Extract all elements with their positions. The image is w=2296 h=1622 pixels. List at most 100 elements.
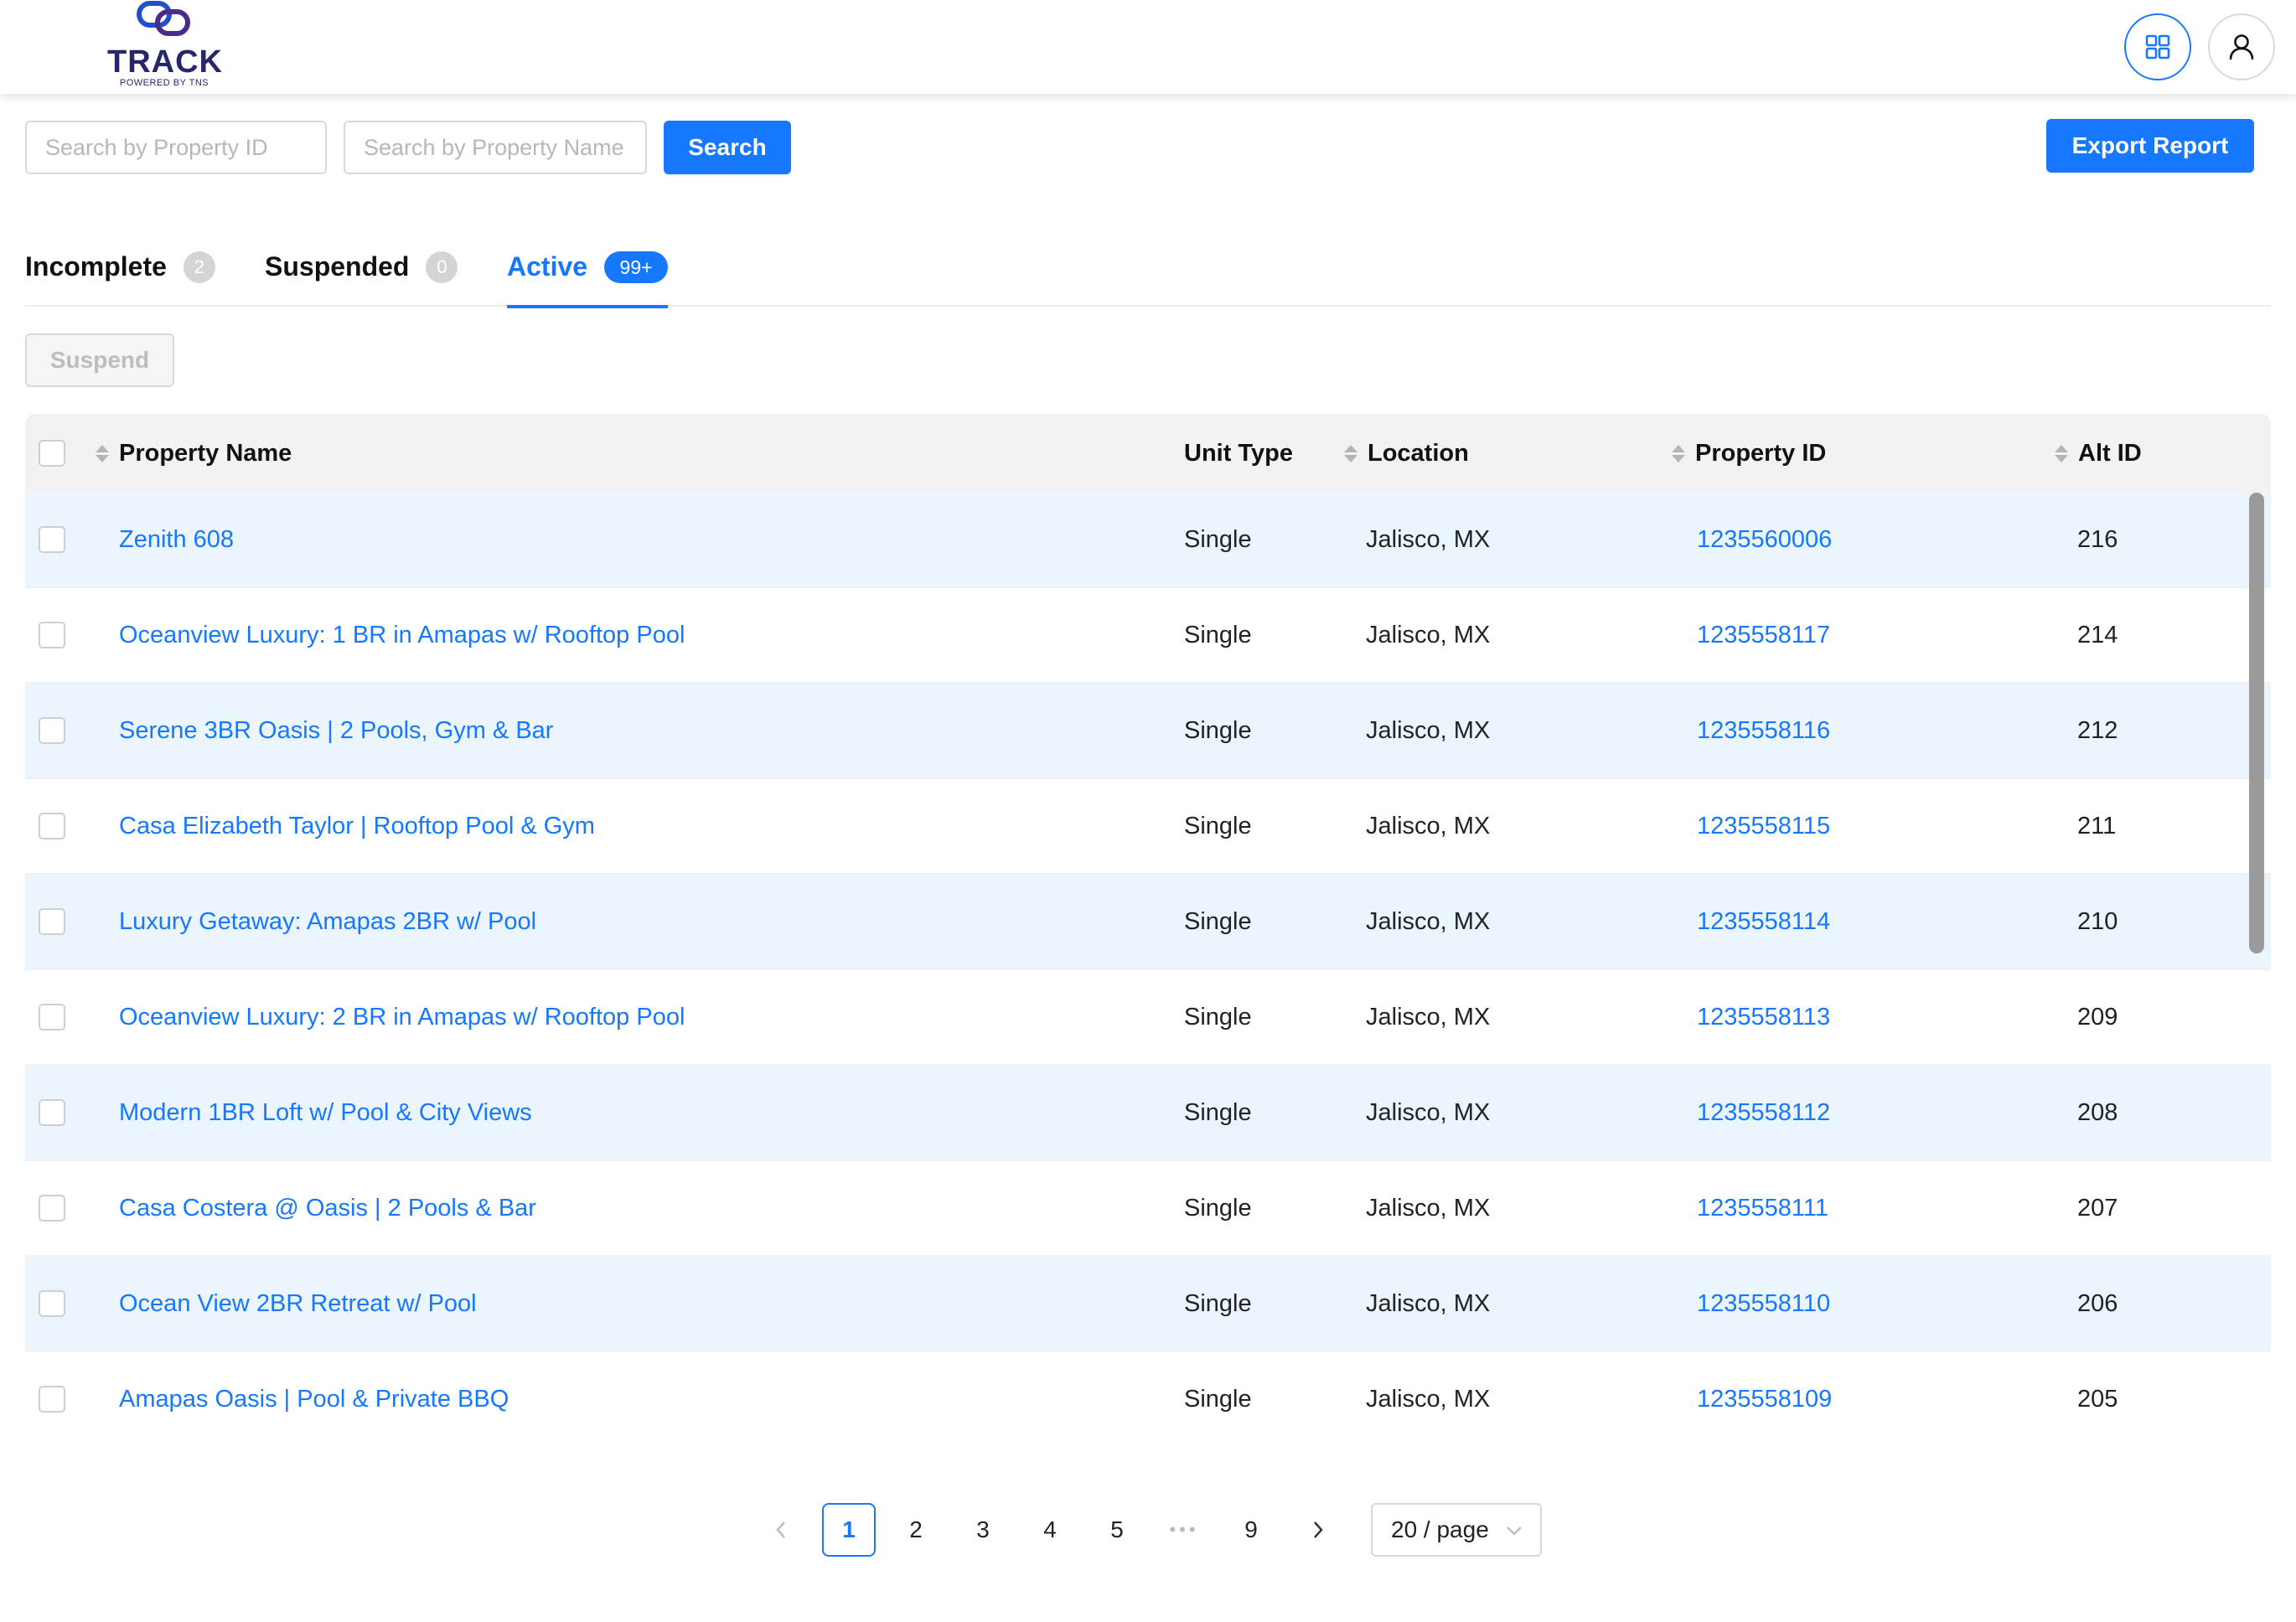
column-label: Location (1368, 439, 1469, 467)
search-property-id-input[interactable] (25, 121, 327, 174)
property-id-link[interactable]: 1235558115 (1697, 779, 1830, 873)
property-id-link[interactable]: 1235558109 (1697, 1352, 1832, 1446)
property-id-link[interactable]: 1235558110 (1697, 1257, 1830, 1351)
page-5-button[interactable]: 5 (1090, 1503, 1144, 1557)
tab-count-badge: 2 (183, 251, 215, 283)
row-checkbox[interactable] (39, 1386, 65, 1413)
chevron-down-icon (1507, 1526, 1522, 1536)
property-id-link[interactable]: 1235560006 (1697, 493, 1832, 586)
table-row[interactable]: Amapas Oasis | Pool & Private BBQ Single… (25, 1352, 2271, 1446)
page-size-value: 20 / page (1391, 1516, 1489, 1542)
unit-type-cell: Single (1184, 1003, 1252, 1031)
property-name-link[interactable]: Oceanview Luxury: 2 BR in Amapas w/ Roof… (119, 970, 685, 1064)
sort-icon[interactable] (1344, 444, 1357, 462)
table-row[interactable]: Ocean View 2BR Retreat w/ Pool Single Ja… (25, 1257, 2271, 1352)
sort-icon[interactable] (96, 444, 109, 462)
property-id-link[interactable]: 1235558114 (1697, 875, 1830, 969)
property-id-link[interactable]: 1235558117 (1697, 588, 1830, 682)
page-2-button[interactable]: 2 (889, 1503, 943, 1557)
page-4-button[interactable]: 4 (1023, 1503, 1077, 1557)
table-scrollbar[interactable] (2249, 493, 2264, 953)
sort-icon[interactable] (2055, 444, 2068, 462)
search-property-name-input[interactable] (344, 121, 647, 174)
location-cell: Jalisco, MX (1366, 907, 1491, 935)
user-icon (2229, 34, 2254, 60)
column-label: Unit Type (1184, 439, 1293, 467)
property-id-link[interactable]: 1235558116 (1697, 684, 1830, 777)
property-name-link[interactable]: Modern 1BR Loft w/ Pool & City Views (119, 1066, 532, 1160)
unit-type-cell: Single (1184, 907, 1252, 935)
tab-active[interactable]: Active 99+ (507, 235, 669, 308)
row-checkbox[interactable] (39, 1195, 65, 1222)
table-row[interactable]: Modern 1BR Loft w/ Pool & City Views Sin… (25, 1066, 2271, 1161)
tab-suspended[interactable]: Suspended 0 (265, 235, 458, 307)
track-logo[interactable]: TRACK POWERED BY TNS (107, 0, 222, 92)
page-1-button[interactable]: 1 (822, 1503, 876, 1557)
row-checkbox[interactable] (39, 1099, 65, 1126)
property-name-link[interactable]: Casa Costera @ Oasis | 2 Pools & Bar (119, 1161, 536, 1255)
suspend-button[interactable]: Suspend (25, 333, 174, 387)
table-row[interactable]: Casa Elizabeth Taylor | Rooftop Pool & G… (25, 779, 2271, 875)
table-row[interactable]: Serene 3BR Oasis | 2 Pools, Gym & Bar Si… (25, 684, 2271, 779)
grid-icon (2145, 34, 2170, 59)
sort-icon[interactable] (1672, 444, 1685, 462)
chevron-left-icon (776, 1521, 785, 1538)
alt-id-cell: 216 (2077, 525, 2118, 553)
tab-incomplete[interactable]: Incomplete 2 (25, 235, 215, 307)
page-9-button[interactable]: 9 (1224, 1503, 1278, 1557)
select-all-cell (39, 414, 65, 493)
column-header-property-name[interactable]: Property Name (96, 414, 292, 493)
row-checkbox[interactable] (39, 813, 65, 839)
column-header-alt-id[interactable]: Alt ID (2055, 414, 2142, 493)
property-id-link[interactable]: 1235558112 (1697, 1066, 1830, 1160)
row-checkbox[interactable] (39, 1004, 65, 1031)
user-menu-button[interactable] (2208, 13, 2275, 80)
property-name-link[interactable]: Ocean View 2BR Retreat w/ Pool (119, 1257, 477, 1351)
properties-table: Property Name Unit Type Location Propert… (25, 414, 2271, 1446)
property-name-link[interactable]: Casa Elizabeth Taylor | Rooftop Pool & G… (119, 779, 595, 873)
table-row[interactable]: Zenith 608 Single Jalisco, MX 1235560006… (25, 493, 2271, 588)
tab-count-badge: 99+ (604, 251, 669, 283)
select-all-checkbox[interactable] (39, 440, 65, 467)
column-header-location[interactable]: Location (1344, 414, 1469, 493)
location-cell: Jalisco, MX (1366, 716, 1491, 744)
export-report-button[interactable]: Export Report (2046, 119, 2254, 173)
alt-id-cell: 207 (2077, 1194, 2118, 1222)
search-button[interactable]: Search (664, 121, 791, 174)
property-name-link[interactable]: Luxury Getaway: Amapas 2BR w/ Pool (119, 875, 536, 969)
logo-mark-icon (137, 1, 190, 36)
tab-label: Active (507, 251, 588, 282)
table-header: Property Name Unit Type Location Propert… (25, 414, 2271, 493)
table-row[interactable]: Oceanview Luxury: 2 BR in Amapas w/ Roof… (25, 970, 2271, 1066)
row-checkbox[interactable] (39, 622, 65, 648)
row-checkbox[interactable] (39, 526, 65, 553)
property-name-link[interactable]: Serene 3BR Oasis | 2 Pools, Gym & Bar (119, 684, 553, 777)
column-label: Property Name (119, 439, 292, 467)
property-name-link[interactable]: Oceanview Luxury: 1 BR in Amapas w/ Roof… (119, 588, 685, 682)
property-id-link[interactable]: 1235558113 (1697, 970, 1830, 1064)
table-row[interactable]: Oceanview Luxury: 1 BR in Amapas w/ Roof… (25, 588, 2271, 684)
logo-subtitle: POWERED BY TNS (119, 78, 209, 88)
unit-type-cell: Single (1184, 621, 1252, 648)
alt-id-cell: 205 (2077, 1385, 2118, 1413)
location-cell: Jalisco, MX (1366, 621, 1491, 648)
next-page-button[interactable] (1291, 1503, 1345, 1557)
unit-type-cell: Single (1184, 1289, 1252, 1317)
table-row[interactable]: Casa Costera @ Oasis | 2 Pools & Bar Sin… (25, 1161, 2271, 1257)
column-header-property-id[interactable]: Property ID (1672, 414, 1826, 493)
page-size-select[interactable]: 20 / page (1371, 1503, 1542, 1557)
unit-type-cell: Single (1184, 1098, 1252, 1126)
apps-button[interactable] (2124, 13, 2191, 80)
alt-id-cell: 208 (2077, 1098, 2118, 1126)
page-ellipsis[interactable]: ••• (1157, 1503, 1211, 1557)
row-checkbox[interactable] (39, 908, 65, 935)
row-checkbox[interactable] (39, 717, 65, 744)
row-checkbox[interactable] (39, 1290, 65, 1317)
page-3-button[interactable]: 3 (956, 1503, 1010, 1557)
property-name-link[interactable]: Zenith 608 (119, 493, 234, 586)
table-row[interactable]: Luxury Getaway: Amapas 2BR w/ Pool Singl… (25, 875, 2271, 970)
app-header: TRACK POWERED BY TNS (0, 0, 2296, 94)
property-name-link[interactable]: Amapas Oasis | Pool & Private BBQ (119, 1352, 509, 1446)
prev-page-button[interactable] (754, 1503, 808, 1557)
property-id-link[interactable]: 1235558111 (1697, 1161, 1828, 1255)
